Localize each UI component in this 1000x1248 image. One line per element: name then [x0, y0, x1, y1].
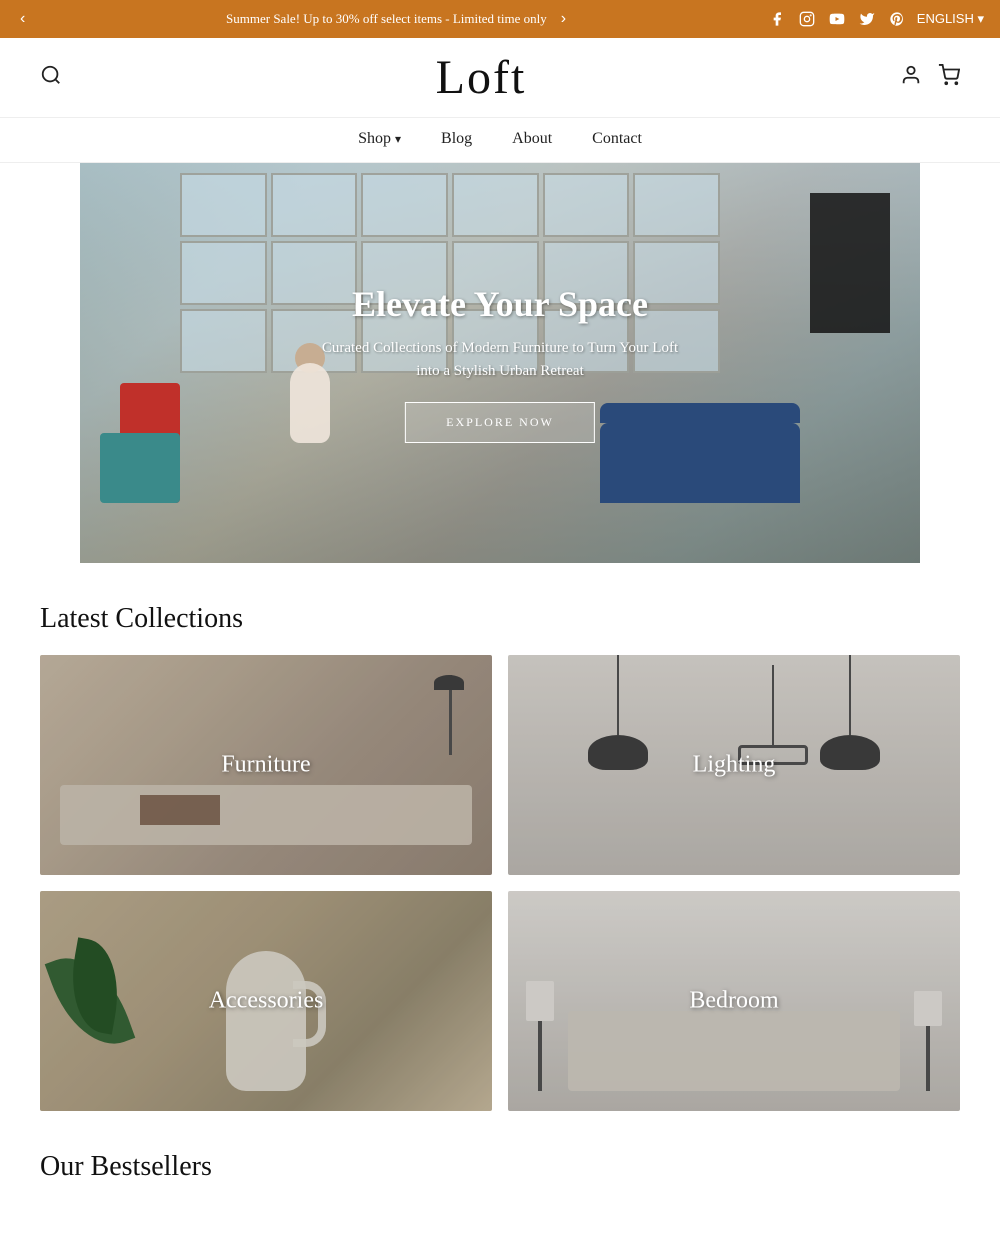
announcement-text: Summer Sale! Up to 30% off select items … — [226, 11, 547, 27]
hero-section: Elevate Your Space Curated Collections o… — [80, 163, 920, 563]
collections-section: Latest Collections Furniture — [0, 603, 1000, 1183]
nav-contact[interactable]: Contact — [592, 130, 642, 148]
hero-subtitle: Curated Collections of Modern Furniture … — [322, 337, 678, 382]
youtube-icon[interactable] — [827, 9, 847, 29]
announcement-bar: ‹ Summer Sale! Up to 30% off select item… — [0, 0, 1000, 38]
nav-blog[interactable]: Blog — [441, 130, 472, 148]
social-icons-bar: ENGLISH ▾ — [767, 9, 984, 29]
search-icon[interactable] — [40, 64, 62, 92]
hero-content: Elevate Your Space Curated Collections o… — [322, 283, 678, 443]
hero-cta-button[interactable]: EXPLORE NOW — [405, 402, 595, 443]
accessories-label: Accessories — [209, 988, 324, 1015]
collection-card-lighting[interactable]: Lighting — [508, 655, 960, 875]
announcement-text-area: Summer Sale! Up to 30% off select items … — [29, 10, 766, 28]
nav-about[interactable]: About — [512, 130, 552, 148]
announcement-next-button[interactable]: › — [557, 10, 570, 28]
lighting-label: Lighting — [693, 752, 776, 779]
announcement-prev-button[interactable]: ‹ — [16, 10, 29, 28]
hero-dark-panel-decor — [810, 193, 890, 333]
account-icon[interactable] — [900, 64, 922, 92]
site-logo[interactable]: Loft — [436, 50, 527, 105]
pinterest-icon[interactable] — [887, 9, 907, 29]
furniture-label: Furniture — [221, 752, 310, 779]
instagram-icon[interactable] — [797, 9, 817, 29]
collection-card-bedroom[interactable]: Bedroom — [508, 891, 960, 1111]
site-header: Loft — [0, 38, 1000, 118]
header-left-icons — [40, 64, 62, 92]
header-right-icons — [900, 64, 960, 92]
collections-grid-bottom: Accessories Bedroom — [40, 891, 960, 1111]
bestsellers-title: Our Bestsellers — [40, 1151, 960, 1183]
hero-teal-chair-decor — [100, 433, 180, 503]
chevron-down-icon: ▾ — [395, 132, 401, 147]
language-selector[interactable]: ENGLISH ▾ — [917, 11, 984, 27]
cart-icon[interactable] — [938, 64, 960, 92]
collections-title: Latest Collections — [40, 603, 960, 635]
collection-card-accessories[interactable]: Accessories — [40, 891, 492, 1111]
hero-title: Elevate Your Space — [322, 283, 678, 325]
facebook-icon[interactable] — [767, 9, 787, 29]
nav-shop[interactable]: Shop ▾ — [358, 130, 401, 148]
collection-card-furniture[interactable]: Furniture — [40, 655, 492, 875]
collections-grid-top: Furniture — [40, 655, 960, 875]
main-navigation: Shop ▾ Blog About Contact — [0, 118, 1000, 163]
bedroom-label: Bedroom — [689, 988, 778, 1015]
twitter-icon[interactable] — [857, 9, 877, 29]
hero-wrapper: Elevate Your Space Curated Collections o… — [0, 163, 1000, 563]
